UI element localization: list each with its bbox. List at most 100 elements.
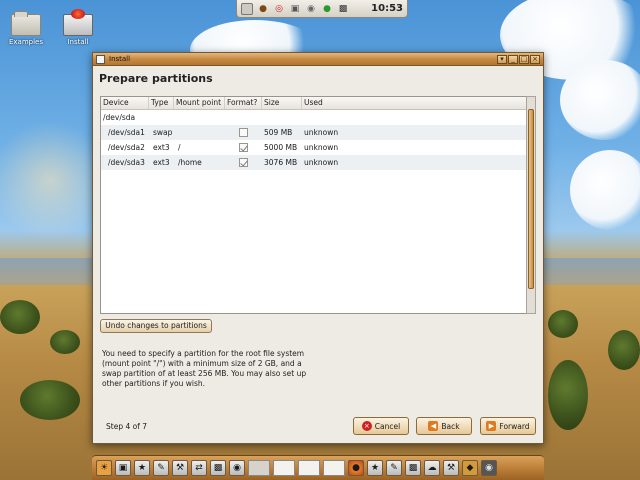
window-icon	[96, 54, 105, 64]
table-row-disk[interactable]: /dev/sda	[101, 110, 531, 125]
launcher-icon[interactable]: ★	[367, 460, 383, 476]
back-button[interactable]: ◀ Back	[416, 417, 472, 435]
partition-table: Device Type Mount point Format? Size Use…	[100, 96, 532, 314]
launcher-icon[interactable]: ◉	[229, 460, 245, 476]
table-header: Device Type Mount point Format? Size Use…	[101, 97, 531, 110]
launcher-icon[interactable]: ▩	[210, 460, 226, 476]
cell-format	[225, 143, 262, 152]
launcher-icon[interactable]: ⇄	[191, 460, 207, 476]
minimize-button[interactable]: _	[508, 54, 518, 64]
close-button[interactable]: ×	[530, 54, 540, 64]
back-label: Back	[441, 421, 460, 431]
update-notifier-icon[interactable]: ●	[321, 3, 333, 15]
launcher-icon[interactable]: ✎	[386, 460, 402, 476]
format-checkbox[interactable]	[239, 128, 248, 137]
launcher-icon[interactable]: ◆	[462, 460, 478, 476]
format-checkbox[interactable]	[239, 158, 248, 167]
firefox-icon[interactable]: ●	[348, 460, 364, 476]
workspace-switcher-slot[interactable]	[273, 460, 295, 476]
cell-used: unknown	[304, 158, 339, 167]
table-row[interactable]: /dev/sda2 ext3 / 5000 MB unknown	[101, 140, 531, 155]
logo-icon[interactable]: ☀	[96, 460, 112, 476]
cell-used: unknown	[304, 128, 339, 137]
launcher-icon[interactable]: ✎	[153, 460, 169, 476]
cell-size: 5000 MB	[264, 143, 298, 152]
settings-icon[interactable]: ◉	[305, 3, 317, 15]
network-icon[interactable]: ▣	[289, 3, 301, 15]
cell-used: unknown	[304, 143, 339, 152]
cloud	[560, 60, 640, 140]
launcher-icon[interactable]: ⚒	[443, 460, 459, 476]
show-desktop-icon[interactable]: ▣	[115, 460, 131, 476]
maximize-button[interactable]: □	[519, 54, 529, 64]
cancel-button[interactable]: × Cancel	[353, 417, 409, 435]
cloud	[570, 150, 640, 230]
tree	[548, 310, 578, 338]
table-row[interactable]: /dev/sda1 swap 509 MB unknown	[101, 125, 531, 140]
disk-device: /dev/sda	[103, 113, 136, 122]
speaker-icon[interactable]: ◉	[481, 460, 497, 476]
system-monitor-icon[interactable]: ▩	[405, 460, 421, 476]
window-title: Install	[109, 55, 131, 63]
installer-window: Install ▾ _ □ × Prepare partitions Devic…	[92, 52, 544, 444]
cell-size: 509 MB	[264, 128, 293, 137]
desktop-icon-label: Install	[67, 38, 89, 46]
desktop-icon-install[interactable]: Install	[56, 9, 100, 46]
table-row[interactable]: /dev/sda3 ext3 /home 3076 MB unknown	[101, 155, 531, 170]
tree	[50, 330, 80, 354]
undo-changes-button[interactable]: Undo changes to partitions	[100, 319, 212, 333]
forward-button[interactable]: ▶ Forward	[480, 417, 536, 435]
column-header-type[interactable]: Type	[149, 97, 174, 109]
monitor-icon[interactable]: ▩	[337, 3, 349, 15]
cell-mount-point: /	[178, 143, 181, 152]
cell-type: swap	[153, 128, 173, 137]
workspace-switcher-slot[interactable]	[323, 460, 345, 476]
cell-mount-point: /home	[178, 158, 202, 167]
column-header-used[interactable]: Used	[302, 97, 352, 109]
page-title: Prepare partitions	[99, 72, 213, 85]
window-titlebar[interactable]: Install ▾ _ □ ×	[93, 53, 543, 66]
tree	[548, 360, 588, 430]
cancel-icon: ×	[361, 421, 372, 431]
column-header-format[interactable]: Format?	[225, 97, 262, 109]
cell-device: /dev/sda3	[108, 158, 145, 167]
workspace-switcher-slot[interactable]	[248, 460, 270, 476]
forward-label: Forward	[499, 421, 530, 431]
cell-format	[225, 128, 262, 137]
scrollbar-thumb[interactable]	[528, 109, 534, 289]
window-menu-button[interactable]: ▾	[497, 54, 507, 64]
folder-icon	[11, 11, 41, 36]
launcher-icon[interactable]: ⚒	[172, 460, 188, 476]
back-arrow-icon: ◀	[428, 421, 439, 431]
cell-device: /dev/sda1	[108, 128, 145, 137]
cancel-label: Cancel	[374, 421, 401, 431]
panel-clock[interactable]: 10:53	[371, 3, 403, 14]
cell-type: ext3	[153, 143, 170, 152]
column-header-mount-point[interactable]: Mount point	[174, 97, 225, 109]
table-scrollbar[interactable]	[526, 96, 536, 314]
tree	[20, 380, 80, 420]
cell-device: /dev/sda2	[108, 143, 145, 152]
help-lifebuoy-icon[interactable]: ◎	[273, 3, 285, 15]
column-header-size[interactable]: Size	[262, 97, 302, 109]
workspace-switcher-slot[interactable]	[298, 460, 320, 476]
partition-requirements-text: You need to specify a partition for the …	[102, 349, 307, 388]
top-panel: ● ◎ ▣ ◉ ● ▩ 10:53	[236, 0, 408, 18]
cell-format	[225, 158, 262, 167]
applications-menu-icon[interactable]	[241, 2, 253, 15]
installer-icon	[63, 9, 93, 36]
format-checkbox[interactable]	[239, 143, 248, 152]
cell-type: ext3	[153, 158, 170, 167]
tree	[0, 300, 40, 334]
launcher-icon[interactable]: ★	[134, 460, 150, 476]
forward-arrow-icon: ▶	[486, 421, 497, 431]
desktop-icon-examples[interactable]: Examples	[4, 11, 48, 46]
desktop-icon-label: Examples	[8, 38, 43, 46]
tree	[608, 330, 640, 370]
bottom-panel: ☀ ▣ ★ ✎ ⚒ ⇄ ▩ ◉ ● ★ ✎ ▩ ☁ ⚒ ◆ ◉	[92, 455, 544, 480]
weather-icon[interactable]: ☁	[424, 460, 440, 476]
cell-size: 3076 MB	[264, 158, 298, 167]
step-indicator: Step 4 of 7	[106, 422, 148, 431]
column-header-device[interactable]: Device	[101, 97, 149, 109]
places-icon[interactable]: ●	[257, 3, 269, 15]
